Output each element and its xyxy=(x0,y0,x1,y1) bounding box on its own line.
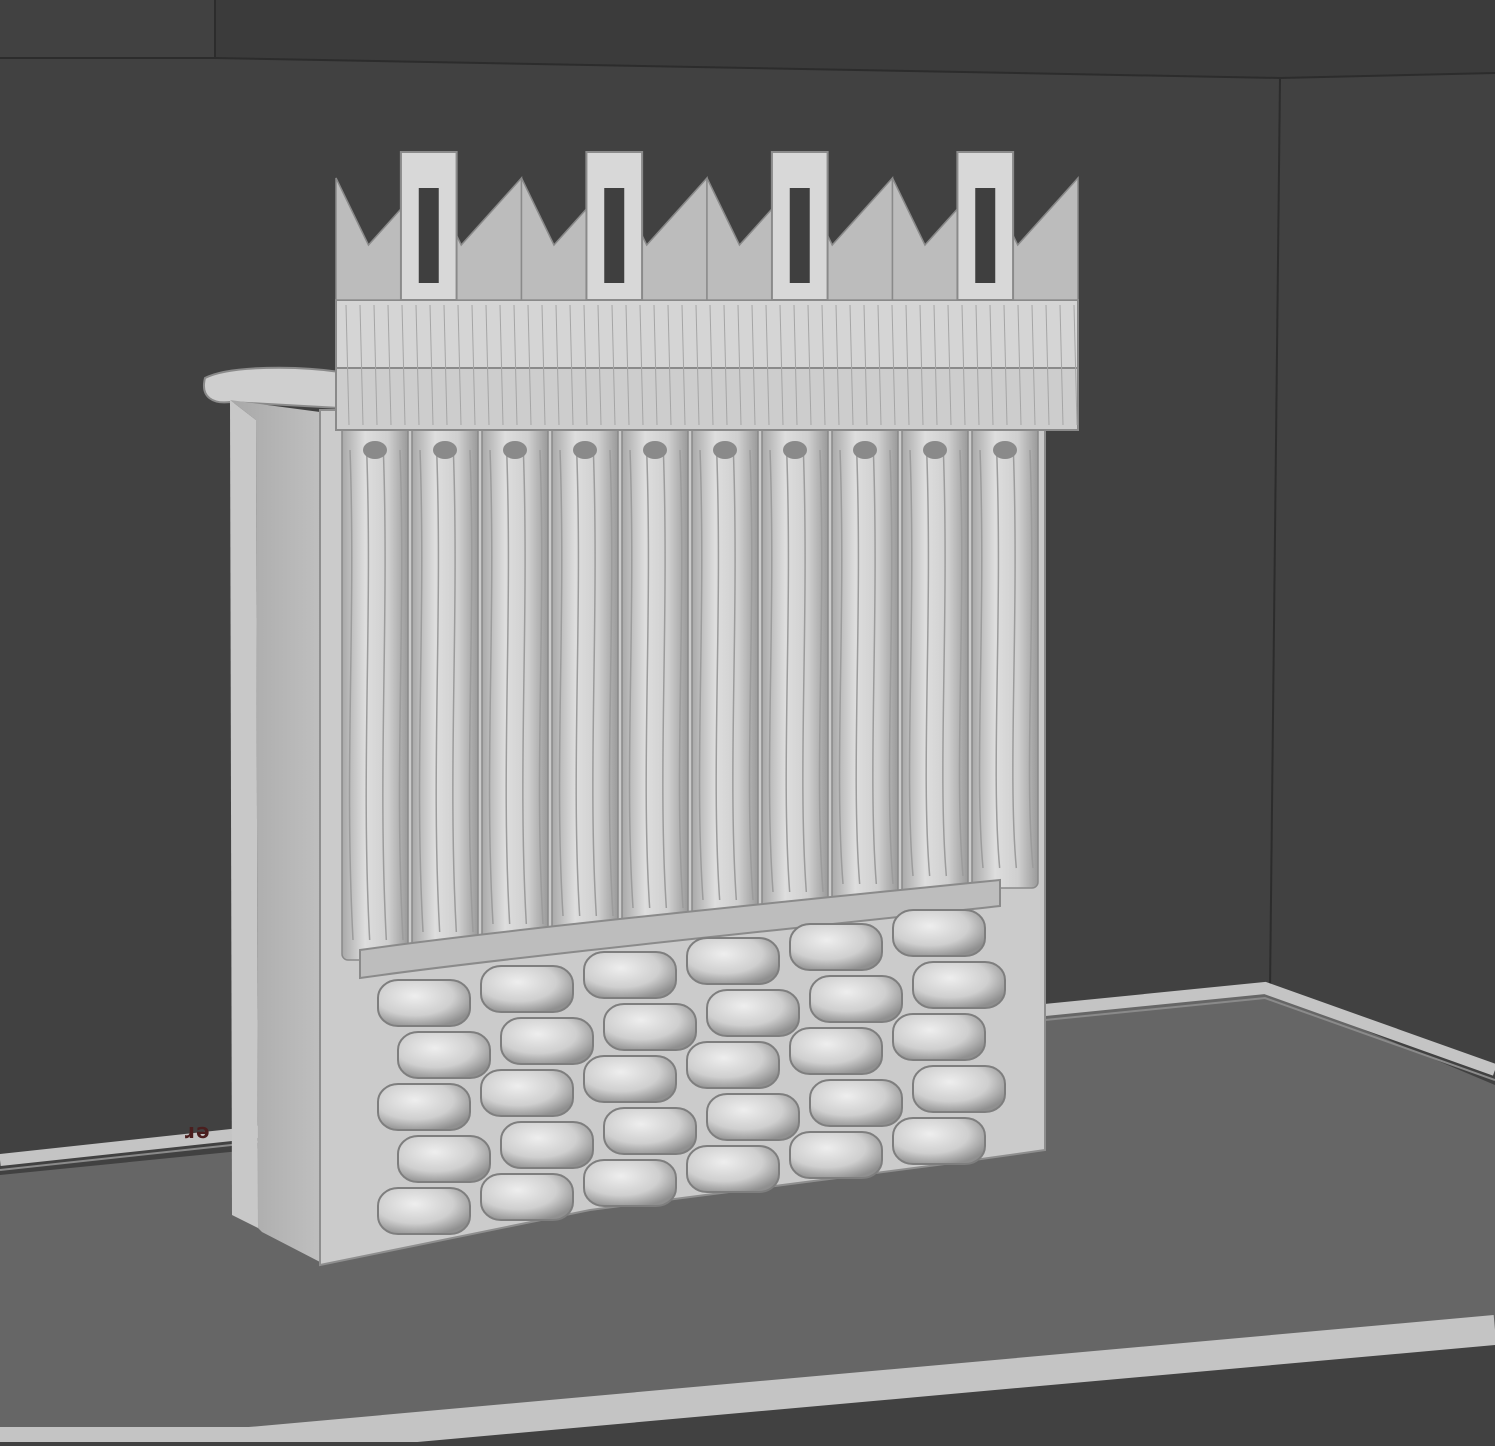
stone-block xyxy=(912,961,1006,1009)
plank-peg xyxy=(923,441,947,459)
stone-block xyxy=(583,1055,677,1103)
stone-block xyxy=(892,1117,986,1165)
plank-peg xyxy=(993,441,1017,459)
wood-plank xyxy=(621,419,689,929)
stone-block xyxy=(397,1031,491,1079)
stone-block xyxy=(809,975,903,1023)
stone-block xyxy=(480,1069,574,1117)
stone-block xyxy=(809,1079,903,1127)
stone-block xyxy=(603,1107,697,1155)
wood-plank xyxy=(761,419,829,913)
stone-block xyxy=(686,1041,780,1089)
stone-block xyxy=(377,1187,471,1235)
wall-top-ledge xyxy=(202,366,341,410)
stone-block xyxy=(500,1121,594,1169)
plank-peg xyxy=(433,441,457,459)
wood-plank xyxy=(831,419,899,905)
stone-block xyxy=(789,1027,883,1075)
plank-peg xyxy=(783,441,807,459)
crenellated-battlement xyxy=(335,151,1079,431)
stone-block xyxy=(892,909,986,957)
wall-side-edge xyxy=(230,400,258,1228)
stone-block xyxy=(686,1145,780,1193)
wood-plank xyxy=(551,419,619,937)
stone-block xyxy=(583,1159,677,1207)
stone-block xyxy=(789,1131,883,1179)
stone-block xyxy=(892,1013,986,1061)
stone-block xyxy=(603,1003,697,1051)
arrow-slit-window xyxy=(418,188,439,283)
arrow-slit-window xyxy=(975,188,996,283)
stone-block xyxy=(480,1173,574,1221)
wood-plank xyxy=(691,419,759,921)
stone-block xyxy=(500,1017,594,1065)
battlement-band-upper xyxy=(335,299,1079,369)
stone-block xyxy=(377,979,471,1027)
back-wall-panel xyxy=(215,0,1495,78)
stone-block xyxy=(706,1093,800,1141)
plank-peg xyxy=(643,441,667,459)
wood-plank xyxy=(901,419,969,897)
stone-block xyxy=(706,989,800,1037)
plank-peg xyxy=(853,441,877,459)
plank-peg xyxy=(713,441,737,459)
stone-block xyxy=(789,923,883,971)
scene-canvas[interactable] xyxy=(0,0,1495,1446)
plank-peg xyxy=(573,441,597,459)
plank-peg xyxy=(363,441,387,459)
bed-label-text: er xyxy=(184,1122,210,1146)
frame-edge xyxy=(1269,77,1281,991)
stone-block xyxy=(397,1135,491,1183)
stone-block xyxy=(583,951,677,999)
stone-block xyxy=(480,965,574,1013)
plank-peg xyxy=(503,441,527,459)
stone-block xyxy=(377,1083,471,1131)
arrow-slit-window xyxy=(604,188,625,283)
wood-plank xyxy=(971,419,1039,889)
stone-block xyxy=(686,937,780,985)
3d-viewport[interactable]: er xyxy=(0,0,1495,1446)
stone-block xyxy=(912,1065,1006,1113)
arrow-slit-window xyxy=(789,188,810,283)
